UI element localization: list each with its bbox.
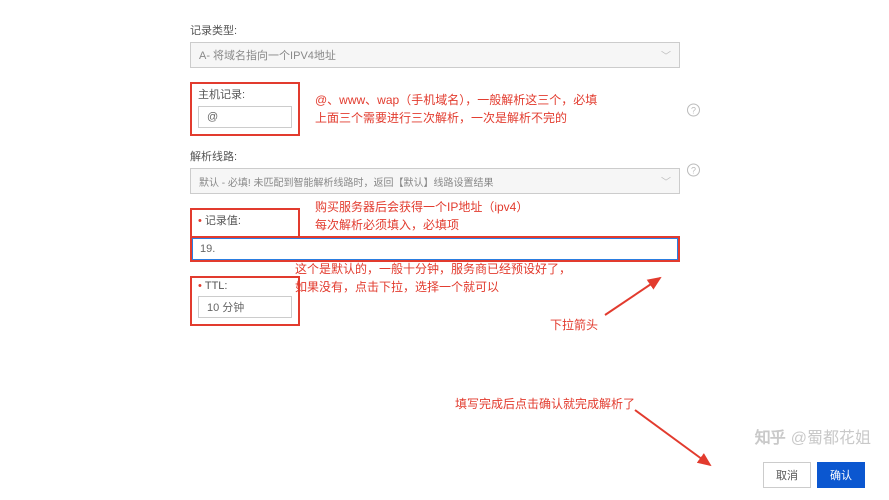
annotation-value-1: 购买服务器后会获得一个IP地址（ipv4） xyxy=(315,198,528,216)
arrow-icon xyxy=(600,270,680,320)
resolve-line-value: 默认 - 必填! 未匹配到智能解析线路时，返回【默认】线路设置结果 xyxy=(199,174,493,189)
ttl-select[interactable]: 10 分钟 xyxy=(198,296,292,318)
host-record-input[interactable]: @ xyxy=(198,106,292,128)
help-icon[interactable]: ? xyxy=(687,164,700,177)
annotation-value-2: 每次解析必须填入，必填项 xyxy=(315,216,459,234)
annotation-ttl-2: 如果没有，点击下拉，选择一个就可以 xyxy=(295,278,499,296)
resolve-line-group: 解析线路: 默认 - 必填! 未匹配到智能解析线路时，返回【默认】线路设置结果 … xyxy=(190,148,680,194)
help-icon[interactable]: ? xyxy=(687,104,700,117)
record-value-text: 19. xyxy=(200,243,215,255)
annotation-host-2: 上面三个需要进行三次解析，一次是解析不完的 xyxy=(315,109,567,127)
watermark: 知乎 @蜀都花姐 xyxy=(755,424,871,448)
record-value-highlight: •记录值: xyxy=(190,208,300,238)
ttl-label: •TTL: xyxy=(198,280,292,292)
ttl-highlight: •TTL: 10 分钟 xyxy=(190,276,300,326)
record-type-value: A- 将域名指向一个IPV4地址 xyxy=(199,47,336,63)
watermark-author: @蜀都花姐 xyxy=(791,424,871,448)
ttl-value: 10 分钟 xyxy=(207,299,244,315)
chevron-down-icon: ﹀ xyxy=(661,174,671,189)
arrow-icon xyxy=(630,405,730,475)
record-type-label: 记录类型: xyxy=(190,22,680,38)
required-dot: • xyxy=(198,215,202,227)
annotation-final: 填写完成后点击确认就完成解析了 xyxy=(455,395,635,413)
footer-buttons: 取消 确认 xyxy=(763,462,865,488)
confirm-button[interactable]: 确认 xyxy=(817,462,865,488)
resolve-line-label: 解析线路: xyxy=(190,148,680,164)
cancel-button[interactable]: 取消 xyxy=(763,462,811,488)
chevron-down-icon: ﹀ xyxy=(661,48,671,63)
annotation-host-1: @、www、wap（手机域名），一般解析这三个，必填 xyxy=(315,91,597,109)
host-record-highlight: 主机记录: @ xyxy=(190,82,300,136)
record-type-select[interactable]: A- 将域名指向一个IPV4地址 ﹀ xyxy=(190,42,680,68)
record-type-group: 记录类型: A- 将域名指向一个IPV4地址 ﹀ xyxy=(190,22,680,68)
annotation-ttl-1: 这个是默认的，一般十分钟，服务商已经预设好了， xyxy=(295,260,571,278)
resolve-line-select[interactable]: 默认 - 必填! 未匹配到智能解析线路时，返回【默认】线路设置结果 ﹀ xyxy=(190,168,680,194)
host-record-label: 主机记录: xyxy=(198,86,292,102)
record-value-input[interactable]: 19. xyxy=(190,236,680,262)
required-dot: • xyxy=(198,280,202,292)
record-value-label: •记录值: xyxy=(198,212,292,228)
zhihu-logo: 知乎 xyxy=(755,424,785,448)
annotation-dropdown-arrow: 下拉箭头 xyxy=(550,316,598,334)
host-record-value: @ xyxy=(207,111,218,123)
